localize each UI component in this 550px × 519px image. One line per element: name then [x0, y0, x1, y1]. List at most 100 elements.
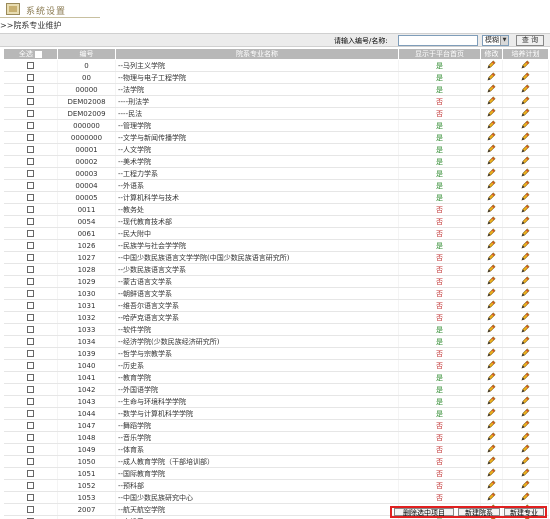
row-checkbox[interactable]	[26, 374, 34, 381]
edit-pencil-icon[interactable]	[487, 108, 496, 117]
row-checkbox[interactable]	[26, 386, 34, 393]
plan-pencil-icon[interactable]	[521, 444, 530, 453]
row-show-toggle[interactable]: 否	[398, 263, 481, 276]
plan-pencil-icon[interactable]	[521, 480, 530, 489]
row-checkbox[interactable]	[26, 98, 34, 105]
row-show-toggle[interactable]: 否	[398, 287, 481, 300]
plan-pencil-icon[interactable]	[521, 348, 530, 357]
select-all-checkbox[interactable]	[35, 50, 43, 58]
row-checkbox[interactable]	[26, 110, 34, 117]
row-checkbox[interactable]	[26, 326, 34, 333]
row-checkbox[interactable]	[26, 122, 34, 129]
plan-pencil-icon[interactable]	[521, 372, 530, 381]
edit-pencil-icon[interactable]	[487, 180, 496, 189]
row-checkbox[interactable]	[26, 218, 34, 225]
plan-pencil-icon[interactable]	[521, 420, 530, 429]
search-input[interactable]	[398, 35, 478, 46]
row-show-toggle[interactable]: 否	[398, 347, 481, 360]
plan-pencil-icon[interactable]	[521, 468, 530, 477]
row-checkbox[interactable]	[26, 302, 34, 309]
plan-pencil-icon[interactable]	[521, 192, 530, 201]
row-show-toggle[interactable]: 是	[398, 371, 481, 384]
edit-pencil-icon[interactable]	[487, 216, 496, 225]
row-show-toggle[interactable]: 否	[398, 443, 481, 456]
plan-pencil-icon[interactable]	[521, 300, 530, 309]
plan-pencil-icon[interactable]	[521, 84, 530, 93]
plan-pencil-icon[interactable]	[521, 204, 530, 213]
plan-pencil-icon[interactable]	[521, 144, 530, 153]
plan-pencil-icon[interactable]	[521, 408, 530, 417]
row-show-toggle[interactable]: 否	[398, 299, 481, 312]
row-show-toggle[interactable]: 是	[398, 119, 481, 132]
plan-pencil-icon[interactable]	[521, 492, 530, 501]
search-button[interactable]: 查 询	[516, 35, 544, 46]
row-checkbox[interactable]	[26, 74, 34, 81]
plan-pencil-icon[interactable]	[521, 360, 530, 369]
edit-pencil-icon[interactable]	[487, 336, 496, 345]
plan-pencil-icon[interactable]	[521, 432, 530, 441]
plan-pencil-icon[interactable]	[521, 384, 530, 393]
row-show-toggle[interactable]: 是	[398, 323, 481, 336]
delete-selected-button[interactable]: 删除选中项目	[394, 508, 454, 517]
row-show-toggle[interactable]: 否	[398, 203, 481, 216]
row-show-toggle[interactable]: 否	[398, 467, 481, 480]
row-show-toggle[interactable]: 否	[398, 311, 481, 324]
row-checkbox[interactable]	[26, 470, 34, 477]
edit-pencil-icon[interactable]	[487, 348, 496, 357]
row-show-toggle[interactable]: 是	[398, 131, 481, 144]
row-checkbox[interactable]	[26, 278, 34, 285]
row-checkbox[interactable]	[26, 182, 34, 189]
edit-pencil-icon[interactable]	[487, 456, 496, 465]
plan-pencil-icon[interactable]	[521, 132, 530, 141]
new-department-button[interactable]: 新建院系	[458, 508, 500, 517]
row-show-toggle[interactable]: 是	[398, 59, 481, 72]
row-show-toggle[interactable]: 否	[398, 227, 481, 240]
plan-pencil-icon[interactable]	[521, 456, 530, 465]
row-show-toggle[interactable]: 是	[398, 155, 481, 168]
row-checkbox[interactable]	[26, 458, 34, 465]
edit-pencil-icon[interactable]	[487, 288, 496, 297]
edit-pencil-icon[interactable]	[487, 312, 496, 321]
row-checkbox[interactable]	[26, 422, 34, 429]
edit-pencil-icon[interactable]	[487, 432, 496, 441]
edit-pencil-icon[interactable]	[487, 396, 496, 405]
row-checkbox[interactable]	[26, 398, 34, 405]
row-show-toggle[interactable]: 是	[398, 167, 481, 180]
row-show-toggle[interactable]: 否	[398, 479, 481, 492]
plan-pencil-icon[interactable]	[521, 108, 530, 117]
plan-pencil-icon[interactable]	[521, 240, 530, 249]
row-checkbox[interactable]	[26, 434, 34, 441]
edit-pencil-icon[interactable]	[487, 72, 496, 81]
edit-pencil-icon[interactable]	[487, 120, 496, 129]
row-show-toggle[interactable]: 否	[398, 419, 481, 432]
row-checkbox[interactable]	[26, 350, 34, 357]
new-major-button[interactable]: 新建专业	[504, 508, 544, 517]
edit-pencil-icon[interactable]	[487, 300, 496, 309]
row-show-toggle[interactable]: 否	[398, 251, 481, 264]
edit-pencil-icon[interactable]	[487, 60, 496, 69]
row-checkbox[interactable]	[26, 338, 34, 345]
edit-pencil-icon[interactable]	[487, 360, 496, 369]
edit-pencil-icon[interactable]	[487, 84, 496, 93]
plan-pencil-icon[interactable]	[521, 228, 530, 237]
row-show-toggle[interactable]: 是	[398, 191, 481, 204]
edit-pencil-icon[interactable]	[487, 204, 496, 213]
edit-pencil-icon[interactable]	[487, 372, 496, 381]
plan-pencil-icon[interactable]	[521, 396, 530, 405]
row-checkbox[interactable]	[26, 62, 34, 69]
match-mode-select[interactable]: 模糊 ▼	[482, 35, 509, 46]
row-checkbox[interactable]	[26, 242, 34, 249]
row-checkbox[interactable]	[26, 446, 34, 453]
plan-pencil-icon[interactable]	[521, 156, 530, 165]
plan-pencil-icon[interactable]	[521, 216, 530, 225]
edit-pencil-icon[interactable]	[487, 132, 496, 141]
row-show-toggle[interactable]: 否	[398, 359, 481, 372]
plan-pencil-icon[interactable]	[521, 336, 530, 345]
plan-pencil-icon[interactable]	[521, 312, 530, 321]
plan-pencil-icon[interactable]	[521, 288, 530, 297]
edit-pencil-icon[interactable]	[487, 192, 496, 201]
row-checkbox[interactable]	[26, 230, 34, 237]
row-show-toggle[interactable]: 否	[398, 491, 481, 504]
edit-pencil-icon[interactable]	[487, 444, 496, 453]
edit-pencil-icon[interactable]	[487, 96, 496, 105]
